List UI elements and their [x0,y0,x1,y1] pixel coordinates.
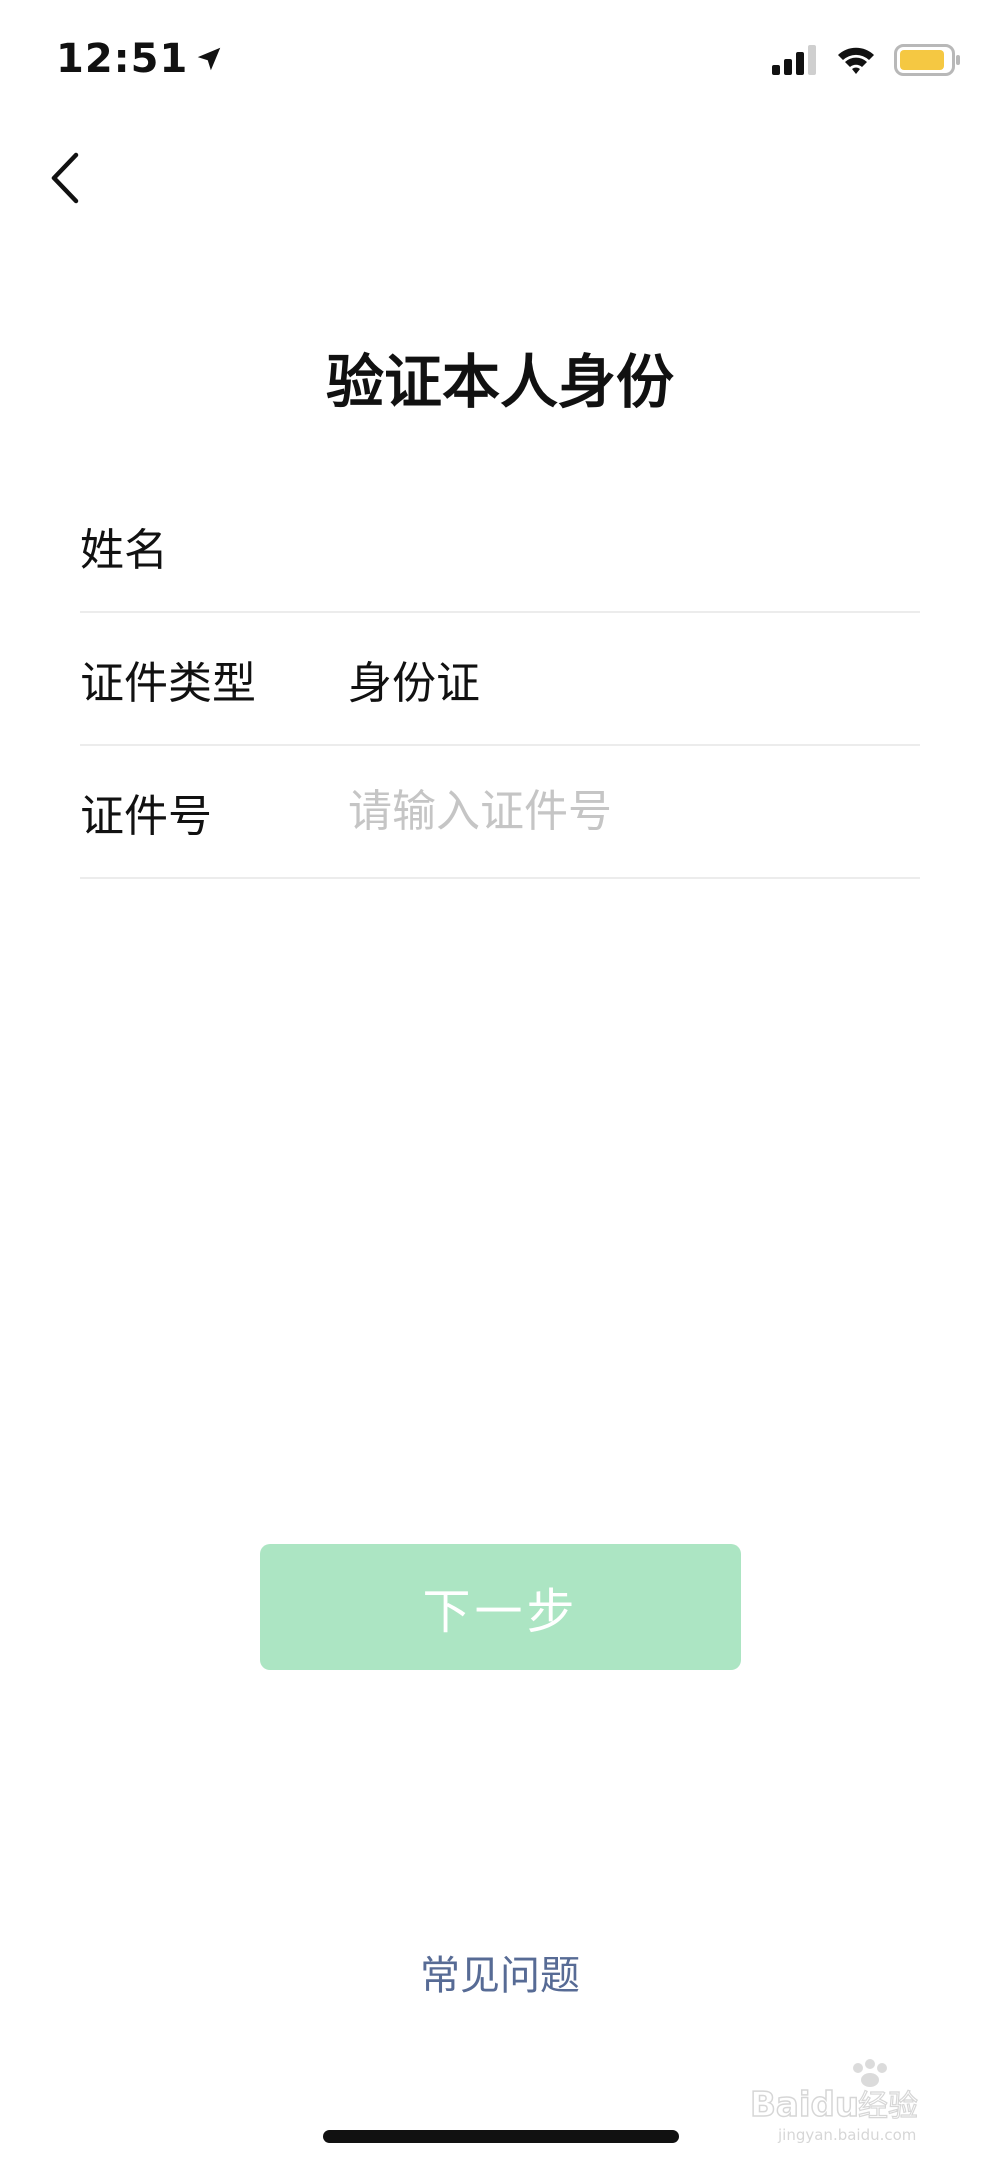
status-indicators [772,44,962,76]
page-title: 验证本人身份 [325,348,674,416]
id-type-label: 证件类型 [80,657,256,709]
id-number-label: 证件号 [80,790,212,842]
id-number-input[interactable] [348,786,908,837]
signal-icon [772,45,818,75]
baidu-jingyan-watermark-logo: Baidu 经验 jingyan.baidu.com [750,2058,950,2148]
identity-form: 姓名 证件类型 身份证 证件号 [80,480,920,879]
name-label: 姓名 [80,524,168,576]
status-time: 12:51 [56,36,189,82]
battery-icon [894,44,962,76]
name-row[interactable]: 姓名 [80,480,920,613]
faq-link[interactable]: 常见问题 [0,1943,1000,2001]
next-step-button[interactable]: 下一步 [260,1544,741,1670]
svg-text:经验: 经验 [858,2089,918,2124]
id-type-value[interactable]: 身份证 [348,647,480,711]
wifi-icon [836,45,876,75]
id-type-row[interactable]: 证件类型 身份证 [80,613,920,746]
name-input[interactable] [348,520,908,571]
status-bar: 12:51 [0,0,1000,120]
status-time-group: 12:51 [56,36,224,82]
chevron-left-icon [46,151,86,205]
id-number-row[interactable]: 证件号 [80,746,920,879]
home-indicator[interactable] [323,2130,679,2143]
back-button[interactable] [36,148,96,208]
svg-text:jingyan.baidu.com: jingyan.baidu.com [777,2126,916,2144]
location-arrow-icon [194,44,224,74]
svg-text:Baidu: Baidu [750,2085,859,2125]
